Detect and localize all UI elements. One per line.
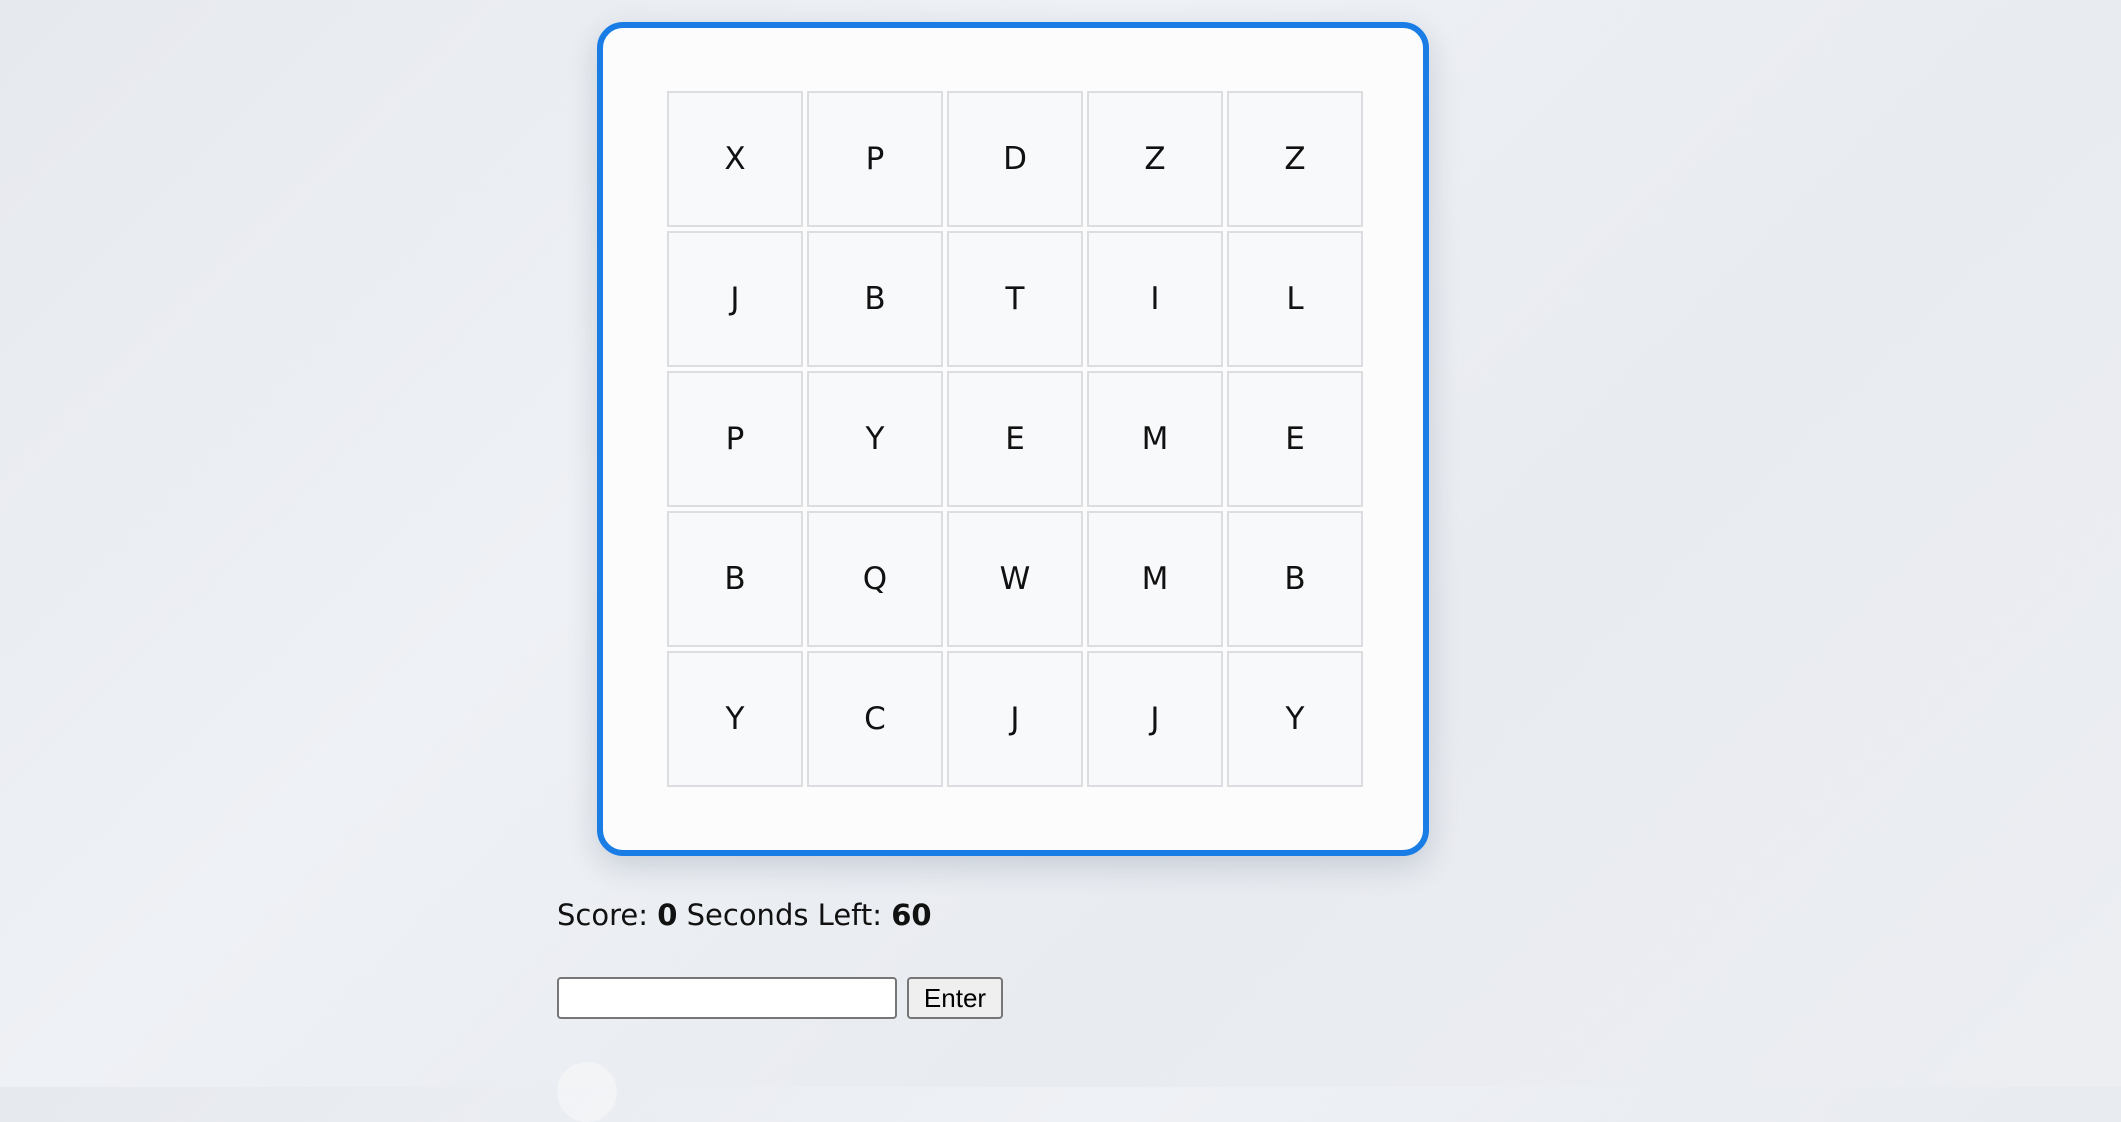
letter-tile[interactable]: Y <box>1227 651 1363 787</box>
letter-tile[interactable]: Z <box>1227 91 1363 227</box>
letter-tile[interactable]: J <box>667 231 803 367</box>
letter-tile[interactable]: J <box>947 651 1083 787</box>
letter-tile[interactable]: X <box>667 91 803 227</box>
letter-tile[interactable]: T <box>947 231 1083 367</box>
score-value: 0 <box>657 898 678 932</box>
letter-tile[interactable]: C <box>807 651 943 787</box>
letter-tile[interactable]: Q <box>807 511 943 647</box>
decorative-circle <box>557 1062 617 1122</box>
score-label: Score: <box>557 898 648 932</box>
letter-tile[interactable]: P <box>807 91 943 227</box>
word-input[interactable] <box>557 977 897 1019</box>
letter-tile[interactable]: L <box>1227 231 1363 367</box>
letter-tile[interactable]: P <box>667 371 803 507</box>
seconds-left-value: 60 <box>891 898 932 932</box>
letter-tile[interactable]: D <box>947 91 1083 227</box>
enter-button[interactable]: Enter <box>907 977 1003 1019</box>
letter-tile[interactable]: Y <box>667 651 803 787</box>
letter-tile[interactable]: E <box>1227 371 1363 507</box>
letter-tile[interactable]: B <box>1227 511 1363 647</box>
letter-tile[interactable]: J <box>1087 651 1223 787</box>
letter-tile[interactable]: I <box>1087 231 1223 367</box>
game-board: XPDZZJBTILPYEMEBQWMBYCJJY <box>597 22 1429 856</box>
letter-tile[interactable]: Y <box>807 371 943 507</box>
letter-tile[interactable]: B <box>667 511 803 647</box>
seconds-left-label: Seconds Left: <box>686 898 883 932</box>
letter-tile[interactable]: E <box>947 371 1083 507</box>
letter-tile[interactable]: M <box>1087 371 1223 507</box>
letter-grid: XPDZZJBTILPYEMEBQWMBYCJJY <box>667 91 1367 787</box>
letter-tile[interactable]: Z <box>1087 91 1223 227</box>
letter-tile[interactable]: W <box>947 511 1083 647</box>
status-line: Score: 0 Seconds Left: 60 <box>557 898 932 932</box>
letter-tile[interactable]: B <box>807 231 943 367</box>
letter-tile[interactable]: M <box>1087 511 1223 647</box>
